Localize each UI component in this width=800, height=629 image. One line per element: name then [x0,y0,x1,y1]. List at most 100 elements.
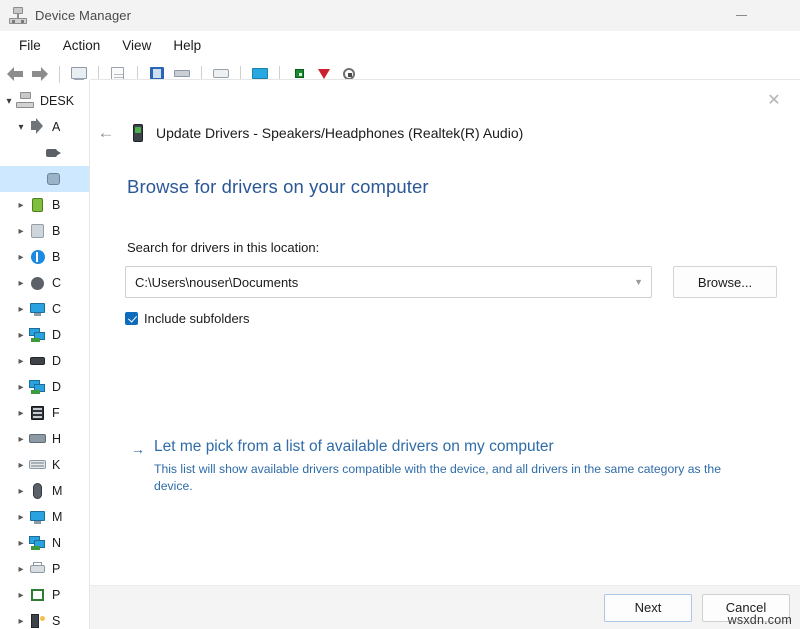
printer-icon [28,560,47,578]
chevron-right-icon[interactable]: ▸ [14,512,28,523]
tree-item-label: K [52,458,60,472]
menu-item-file[interactable]: File [8,35,52,56]
tree-item-label: P [52,562,60,576]
tree-item-biometric[interactable]: ▸ B [0,218,92,244]
chevron-right-icon[interactable]: ▸ [14,304,28,315]
hid-device-icon [28,430,47,448]
chevron-down-icon[interactable]: ▾ [2,96,16,107]
tree-item-camera[interactable] [0,140,92,166]
device-icon [130,123,146,143]
tree-item-label: DESK [40,94,74,108]
tree-item-print-queues[interactable]: ▸ P [0,556,92,582]
chevron-right-icon[interactable]: ▸ [14,538,28,549]
tree-item-cameras[interactable]: ▸ C [0,270,92,296]
arrow-right-icon: → [131,441,145,457]
chevron-right-icon[interactable]: ▸ [14,200,28,211]
chevron-right-icon[interactable]: ▸ [14,226,28,237]
network-display-icon [28,378,47,396]
chevron-right-icon[interactable]: ▸ [14,486,28,497]
include-subfolders-checkbox[interactable]: Include subfolders [125,311,250,326]
tree-item-security-devices[interactable]: ▸ S [0,608,92,629]
display-adapter-icon [28,326,47,344]
search-location-row: C:\Users\nouser\Documents ▼ Browse... [125,266,777,298]
keyboard-icon [28,456,47,474]
chevron-right-icon[interactable]: ▸ [14,382,28,393]
chevron-right-icon[interactable]: ▸ [14,434,28,445]
device-tree[interactable]: ▾ DESK ▾ A ▸ B ▸ B ▸ [0,88,92,629]
headphones-icon [44,170,63,188]
tree-item-keyboards[interactable]: ▸ K [0,452,92,478]
tree-item-label: C [52,276,61,290]
tree-item-network-adapters[interactable]: ▸ N [0,530,92,556]
camera-icon [44,144,63,162]
biometric-icon [28,222,47,240]
tree-item-label: N [52,536,61,550]
dialog-header: ← Update Drivers - Speakers/Headphones (… [90,112,800,154]
tree-item-monitors[interactable]: ▸ M [0,504,92,530]
minimize-button[interactable] [718,0,764,31]
menu-item-help[interactable]: Help [162,35,212,56]
tree-item-label: F [52,406,60,420]
tree-item-speakers-headphones[interactable] [0,166,92,192]
chevron-right-icon[interactable]: ▸ [14,408,28,419]
monitor-icon [28,300,47,318]
window-titlebar: Device Manager [0,0,800,31]
pick-driver-option[interactable]: → Let me pick from a list of available d… [131,438,751,495]
tree-item-bluetooth[interactable]: ▸ B [0,244,92,270]
tree-item-computer[interactable]: ▾ DESK [0,88,92,114]
tree-item-label: B [52,224,60,238]
chevron-right-icon[interactable]: ▸ [14,330,28,341]
chevron-down-icon[interactable]: ▼ [634,277,645,287]
tree-item-processors[interactable]: ▸ P [0,582,92,608]
mouse-icon [28,482,47,500]
tree-item-computer-category[interactable]: ▸ C [0,296,92,322]
chevron-right-icon[interactable]: ▸ [14,356,28,367]
include-subfolders-label: Include subfolders [144,311,250,326]
tree-item-label: C [52,302,61,316]
menu-item-action[interactable]: Action [52,35,112,56]
checkbox-checked-icon [125,312,138,325]
chevron-right-icon[interactable]: ▸ [14,616,28,627]
tree-item-display-devices[interactable]: ▸ D [0,374,92,400]
pick-driver-description: This list will show available drivers co… [154,461,726,495]
monitor-icon [28,508,47,526]
back-arrow-icon[interactable] [4,64,26,84]
tree-item-label: H [52,432,61,446]
forward-arrow-icon[interactable] [29,64,51,84]
window-title: Device Manager [35,8,131,23]
tree-item-audio[interactable]: ▾ A [0,114,92,140]
chevron-right-icon[interactable]: ▸ [14,460,28,471]
tree-item-display-adapters[interactable]: ▸ D [0,322,92,348]
search-location-input[interactable]: C:\Users\nouser\Documents ▼ [125,266,652,298]
show-hidden-devices-icon[interactable] [68,64,90,84]
speaker-icon [28,118,47,136]
chevron-down-icon[interactable]: ▾ [14,122,28,133]
bluetooth-icon [28,248,47,266]
security-device-icon [28,612,47,629]
tree-item-disk-drives[interactable]: ▸ D [0,348,92,374]
chevron-right-icon[interactable]: ▸ [14,564,28,575]
browse-button[interactable]: Browse... [673,266,777,298]
tree-item-label: S [52,614,60,628]
dialog-footer: Next Cancel [90,585,800,629]
tree-item-firmware[interactable]: ▸ F [0,400,92,426]
close-icon[interactable]: ✕ [756,85,792,115]
tree-item-hid[interactable]: ▸ H [0,426,92,452]
chevron-right-icon[interactable]: ▸ [14,278,28,289]
tree-item-batteries[interactable]: ▸ B [0,192,92,218]
back-arrow-icon[interactable]: ← [92,119,120,147]
tree-item-label: B [52,198,60,212]
tree-item-label: D [52,354,61,368]
pick-driver-title[interactable]: Let me pick from a list of available dri… [154,438,751,456]
chevron-right-icon[interactable]: ▸ [14,252,28,263]
next-button[interactable]: Next [604,594,692,622]
tree-item-label: A [52,120,60,134]
tree-item-label: P [52,588,60,602]
tree-item-label: M [52,484,62,498]
disk-drive-icon [28,352,47,370]
menu-item-view[interactable]: View [111,35,162,56]
tree-item-mice[interactable]: ▸ M [0,478,92,504]
toolbar-separator [59,66,60,83]
chevron-right-icon[interactable]: ▸ [14,590,28,601]
page-title: Browse for drivers on your computer [127,176,429,198]
